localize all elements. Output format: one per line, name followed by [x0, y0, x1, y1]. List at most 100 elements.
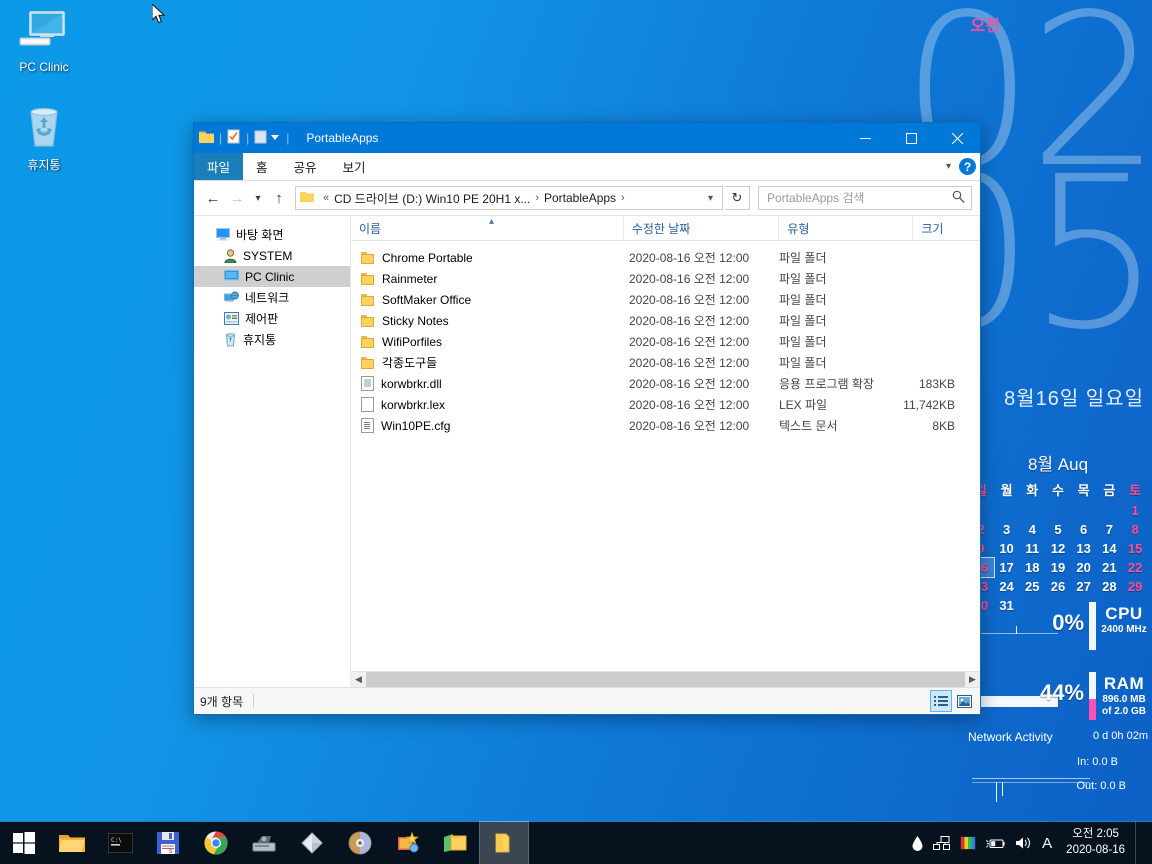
details-view-button[interactable]	[930, 690, 952, 712]
column-headers[interactable]: 이름 수정한 날짜 유형 크기 ▴	[351, 216, 980, 241]
address-bar[interactable]: « CD 드라이브 (D:) Win10 PE 20H1 x... › Port…	[295, 186, 723, 210]
file-explorer-window[interactable]: | | | PortableApps 파일 홈 공유 보기 ▾ ? ← → ▾ …	[193, 122, 981, 715]
start-button[interactable]	[0, 822, 48, 864]
scroll-right-button[interactable]: ▶	[965, 674, 980, 685]
maximize-button[interactable]	[888, 123, 934, 153]
taskbar-disc-tool[interactable]	[336, 822, 384, 864]
ime-indicator[interactable]: A	[1042, 835, 1052, 852]
nav-item-바탕-화면[interactable]: 바탕 화면	[194, 224, 350, 245]
scroll-left-button[interactable]: ◀	[351, 674, 366, 685]
dropdown-icon[interactable]	[269, 131, 281, 146]
droplet-icon[interactable]	[912, 835, 923, 851]
battery-icon[interactable]	[986, 837, 1005, 850]
taskbar-clock[interactable]: 오전 2:05 2020-08-16	[1062, 827, 1125, 858]
taskbar-portableapps-window[interactable]	[479, 821, 529, 864]
file-row[interactable]: Chrome Portable 2020-08-16 오전 12:00 파일 폴더	[351, 247, 980, 268]
window-controls[interactable]	[842, 123, 980, 153]
nav-item-네트워크[interactable]: 네트워크	[194, 287, 350, 308]
file-name-cell[interactable]: Win10PE.cfg	[351, 418, 621, 433]
desktop-icon-recycle-bin[interactable]: 휴지통	[6, 104, 82, 173]
column-header-date[interactable]: 수정한 날짜	[622, 216, 779, 240]
search-input[interactable]	[765, 190, 952, 206]
search-icon[interactable]	[952, 190, 965, 206]
close-button[interactable]	[934, 123, 980, 153]
taskbar-backup-tool[interactable]	[240, 822, 288, 864]
taskbar-command-prompt[interactable]: C:\	[96, 822, 144, 864]
file-name-cell[interactable]: WifiPorfiles	[351, 335, 621, 349]
file-list[interactable]: Chrome Portable 2020-08-16 오전 12:00 파일 폴더 R…	[351, 241, 980, 671]
file-name-cell[interactable]: Rainmeter	[351, 272, 621, 286]
search-box[interactable]	[758, 186, 972, 210]
network-computers-icon[interactable]	[933, 835, 951, 851]
chevron-down-icon[interactable]: ▾	[946, 161, 951, 172]
file-row[interactable]: 각종도구들 2020-08-16 오전 12:00 파일 폴더	[351, 352, 980, 373]
column-header-name[interactable]: 이름	[351, 216, 623, 240]
file-row[interactable]: korwbrkr.dll 2020-08-16 오전 12:00 응용 프로그램 확…	[351, 373, 980, 394]
navigation-pane[interactable]: 바탕 화면 SYSTEM PC Clinic 네트워크 제어판 휴지통	[194, 216, 351, 687]
color-palette-icon[interactable]	[960, 836, 977, 850]
desktop-icon-pc-clinic[interactable]: PC Clinic	[6, 8, 82, 74]
breadcrumb-drive[interactable]: CD 드라이브 (D:) Win10 PE 20H1 x...	[334, 190, 530, 207]
clock-ampm: 오전	[970, 18, 1000, 35]
refresh-button[interactable]: ↻	[725, 186, 750, 210]
file-name-cell[interactable]: Chrome Portable	[351, 251, 621, 265]
address-dropdown-icon[interactable]: ▾	[703, 193, 718, 204]
volume-icon[interactable]	[1015, 836, 1032, 850]
large-icons-view-button[interactable]	[954, 691, 974, 711]
file-size: 183KB	[918, 376, 955, 391]
quick-access-toolbar[interactable]: | | |	[194, 129, 292, 147]
file-row[interactable]: WifiPorfiles 2020-08-16 오전 12:00 파일 폴더	[351, 331, 980, 352]
taskbar-wizard-tool[interactable]	[384, 822, 432, 864]
calendar-body: 1234567891011121314151617181920212223242…	[967, 501, 1148, 615]
file-name-cell[interactable]: SoftMaker Office	[351, 293, 621, 307]
recent-locations-icon[interactable]: ▾	[250, 187, 266, 209]
taskbar-chrome[interactable]	[192, 822, 240, 864]
nav-item-system[interactable]: SYSTEM	[194, 245, 350, 266]
system-tray[interactable]: A 오전 2:05 2020-08-16	[912, 822, 1152, 864]
file-row[interactable]: Win10PE.cfg 2020-08-16 오전 12:00 텍스트 문서 8KB	[351, 415, 980, 436]
show-desktop-button[interactable]	[1135, 822, 1144, 864]
folder-icon[interactable]	[199, 130, 214, 147]
taskbar-diamond-app[interactable]	[288, 822, 336, 864]
new-folder-icon[interactable]	[254, 130, 267, 147]
calendar-day: 25	[1025, 579, 1040, 594]
view-buttons[interactable]	[930, 690, 974, 712]
properties-icon[interactable]	[227, 129, 241, 147]
taskbar[interactable]: C:\ S A 오전 2:05 2020-08-16	[0, 821, 1152, 864]
file-row[interactable]: Sticky Notes 2020-08-16 오전 12:00 파일 폴더	[351, 310, 980, 331]
file-name-cell[interactable]: korwbrkr.lex	[351, 397, 621, 412]
ribbon-tabs[interactable]: 파일 홈 공유 보기 ▾ ?	[194, 153, 980, 181]
taskbar-file-explorer[interactable]	[48, 822, 96, 864]
taskbar-disk-tool[interactable]: S	[144, 822, 192, 864]
help-icon[interactable]: ?	[959, 158, 976, 175]
file-name-cell[interactable]: 각종도구들	[351, 354, 621, 371]
file-row[interactable]: korwbrkr.lex 2020-08-16 오전 12:00 LEX 파일 11,…	[351, 394, 980, 415]
tab-file[interactable]: 파일	[194, 153, 244, 180]
column-header-size[interactable]: 크기	[912, 216, 980, 240]
nav-item-휴지통[interactable]: 휴지통	[194, 329, 350, 350]
back-button[interactable]: ←	[202, 187, 224, 209]
tab-view[interactable]: 보기	[330, 153, 379, 180]
tab-home[interactable]: 홈	[243, 153, 281, 180]
nav-item-제어판[interactable]: 제어판	[194, 308, 350, 329]
file-row[interactable]: Rainmeter 2020-08-16 오전 12:00 파일 폴더	[351, 268, 980, 289]
minimize-button[interactable]	[842, 123, 888, 153]
up-button[interactable]: ↑	[268, 187, 290, 209]
scrollbar-thumb[interactable]	[366, 672, 965, 687]
file-pane[interactable]: 이름 수정한 날짜 유형 크기 ▴ Chrome Portable 2020-08…	[351, 216, 980, 687]
breadcrumb-portableapps[interactable]: PortableApps	[544, 191, 616, 205]
navigation-bar[interactable]: ← → ▾ ↑ « CD 드라이브 (D:) Win10 PE 20H1 x..…	[194, 181, 980, 215]
taskbar-folder-color-tool[interactable]	[432, 822, 480, 864]
tab-share[interactable]: 공유	[281, 153, 330, 180]
horizontal-scrollbar[interactable]: ◀ ▶	[351, 671, 980, 687]
file-name-cell[interactable]: korwbrkr.dll	[351, 376, 621, 391]
desktop[interactable]: PC Clinic 휴지통 02 05 오전 8월16일 일요일 8월 Auq …	[0, 0, 1152, 864]
column-header-type[interactable]: 유형	[778, 216, 912, 240]
scrollbar-track[interactable]	[366, 672, 965, 687]
nav-item-pc-clinic[interactable]: PC Clinic	[194, 266, 350, 287]
title-bar[interactable]: | | | PortableApps	[194, 123, 980, 153]
address-overflow[interactable]: «	[323, 192, 329, 204]
file-row[interactable]: SoftMaker Office 2020-08-16 오전 12:00 파일 폴더	[351, 289, 980, 310]
file-name-cell[interactable]: Sticky Notes	[351, 314, 621, 328]
calendar-weekday: 금	[1103, 483, 1116, 498]
